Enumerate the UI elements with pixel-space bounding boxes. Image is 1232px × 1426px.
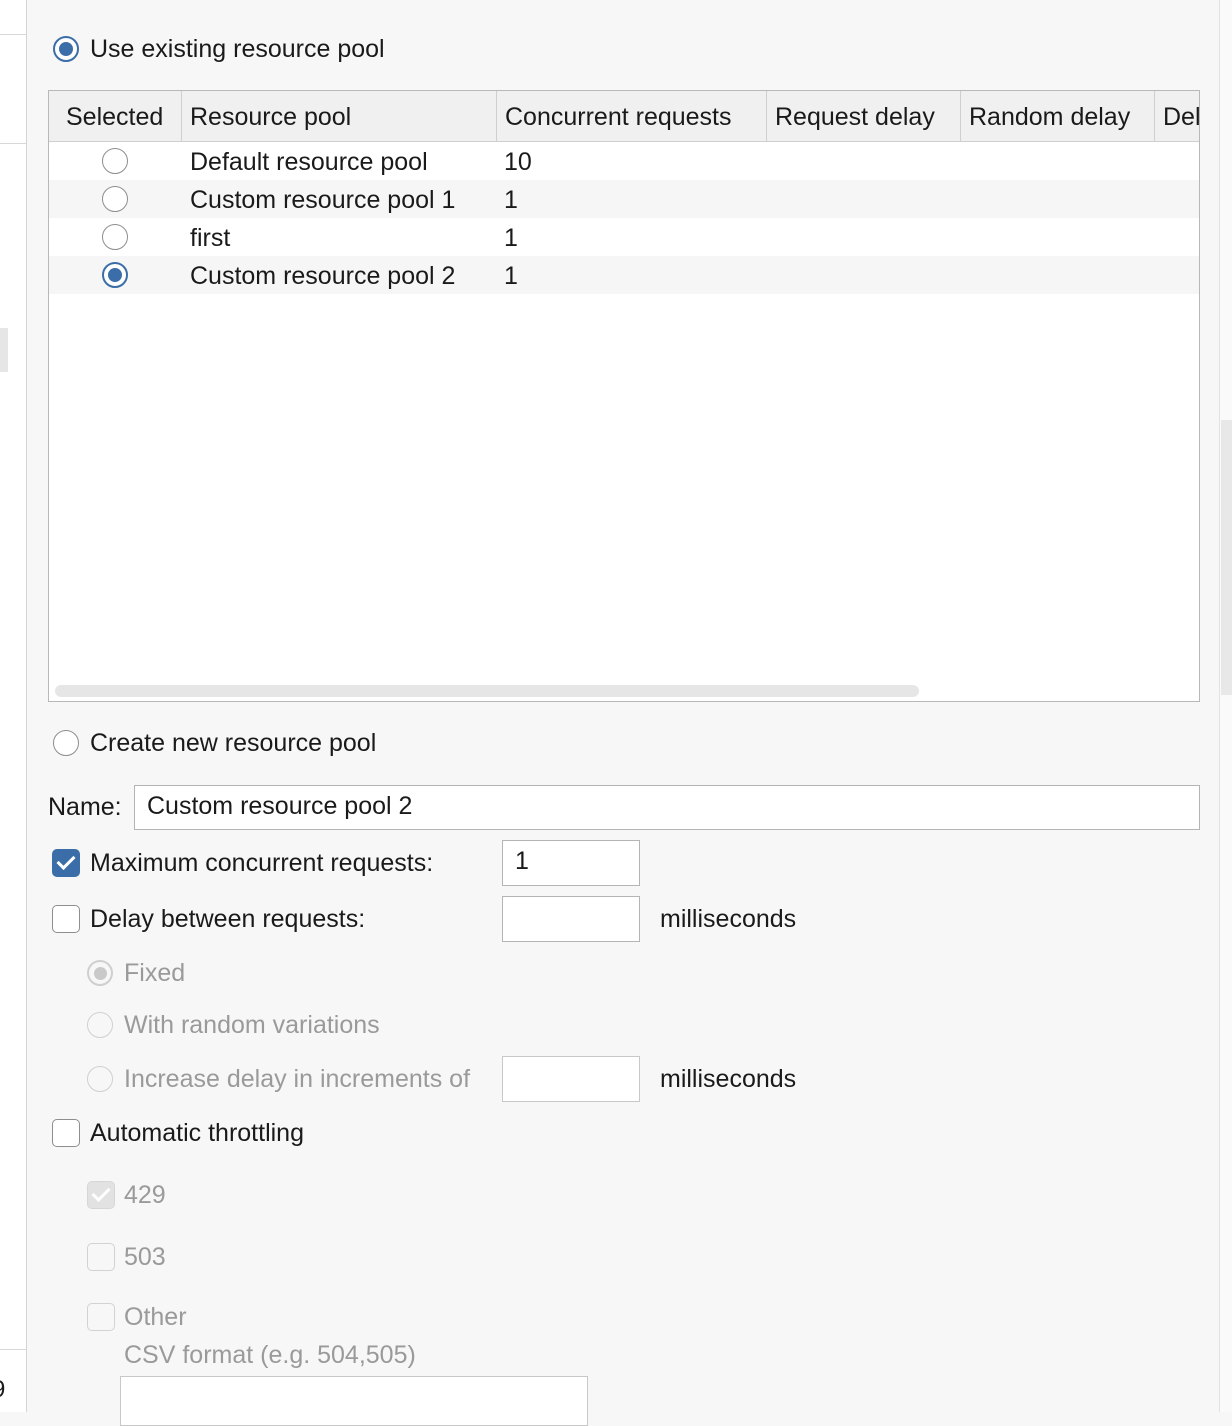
row-select-radio[interactable] — [102, 262, 128, 288]
left-panel-edge: 9 — [0, 0, 27, 1412]
random-variations-radio[interactable] — [87, 1012, 113, 1038]
row-select-radio[interactable] — [102, 224, 128, 250]
vertical-scrollbar-thumb[interactable] — [1221, 420, 1232, 695]
throttle-other-checkbox[interactable] — [87, 1303, 115, 1331]
table-row[interactable]: Custom resource pool 2 1 — [49, 256, 1199, 294]
use-existing-pool-label: Use existing resource pool — [90, 35, 385, 63]
fixed-delay-label: Fixed — [124, 959, 186, 987]
column-header-random-delay[interactable]: Random delay — [961, 91, 1155, 141]
left-panel-partial-text: 9 — [0, 1376, 5, 1404]
column-header-concurrent-requests[interactable]: Concurrent requests — [497, 91, 767, 141]
column-header-delay-truncated[interactable]: Del — [1155, 91, 1199, 141]
throttle-429-checkbox[interactable] — [87, 1181, 115, 1209]
csv-format-hint: CSV format (e.g. 504,505) — [124, 1341, 416, 1369]
max-concurrent-label: Maximum concurrent requests: — [90, 849, 434, 877]
row-pool-name: Default resource pool — [190, 148, 428, 176]
row-select-radio[interactable] — [102, 148, 128, 174]
table-row[interactable]: Default resource pool 10 — [49, 142, 1199, 180]
increase-delay-input[interactable] — [502, 1056, 640, 1102]
increase-delay-unit-label: milliseconds — [660, 1065, 797, 1093]
random-variations-label: With random variations — [124, 1011, 380, 1039]
row-pool-name: first — [190, 224, 231, 252]
delay-between-requests-checkbox[interactable] — [52, 905, 80, 933]
table-header: Selected Resource pool Concurrent reques… — [49, 91, 1199, 142]
row-pool-name: Custom resource pool 2 — [190, 262, 456, 290]
fixed-delay-radio[interactable] — [87, 960, 113, 986]
pool-name-input[interactable]: Custom resource pool 2 — [134, 785, 1200, 830]
use-existing-pool-radio[interactable] — [53, 36, 79, 62]
throttle-429-label: 429 — [124, 1181, 166, 1209]
left-panel-divider — [0, 143, 26, 144]
create-new-pool-label: Create new resource pool — [90, 729, 377, 757]
column-header-resource-pool[interactable]: Resource pool — [182, 91, 497, 141]
name-label: Name: — [48, 793, 122, 821]
left-panel-divider — [0, 34, 26, 35]
automatic-throttling-label: Automatic throttling — [90, 1119, 304, 1147]
left-panel-divider — [0, 1349, 26, 1350]
row-concurrent-requests: 1 — [504, 262, 518, 290]
resource-pool-table: Selected Resource pool Concurrent reques… — [48, 90, 1200, 702]
other-codes-input[interactable] — [120, 1376, 588, 1426]
throttle-503-checkbox[interactable] — [87, 1243, 115, 1271]
table-row[interactable]: first 1 — [49, 218, 1199, 256]
horizontal-scrollbar-thumb[interactable] — [55, 685, 919, 697]
max-concurrent-input[interactable]: 1 — [502, 840, 640, 886]
automatic-throttling-checkbox[interactable] — [52, 1119, 80, 1147]
vertical-scrollbar[interactable] — [1219, 0, 1232, 1412]
row-concurrent-requests: 10 — [504, 148, 532, 176]
row-concurrent-requests: 1 — [504, 186, 518, 214]
delay-input[interactable] — [502, 896, 640, 942]
max-concurrent-checkbox[interactable] — [52, 849, 80, 877]
row-pool-name: Custom resource pool 1 — [190, 186, 456, 214]
column-header-request-delay[interactable]: Request delay — [767, 91, 961, 141]
increase-delay-label: Increase delay in increments of — [124, 1065, 471, 1093]
create-new-pool-radio[interactable] — [53, 730, 79, 756]
table-row[interactable]: Custom resource pool 1 1 — [49, 180, 1199, 218]
increase-delay-radio[interactable] — [87, 1066, 113, 1092]
delay-between-requests-label: Delay between requests: — [90, 905, 366, 933]
row-select-radio[interactable] — [102, 186, 128, 212]
throttle-503-label: 503 — [124, 1243, 166, 1271]
throttle-other-label: Other — [124, 1303, 187, 1331]
column-header-selected[interactable]: Selected — [49, 91, 182, 141]
left-panel-selection — [0, 328, 8, 372]
row-concurrent-requests: 1 — [504, 224, 518, 252]
delay-unit-label: milliseconds — [660, 905, 797, 933]
